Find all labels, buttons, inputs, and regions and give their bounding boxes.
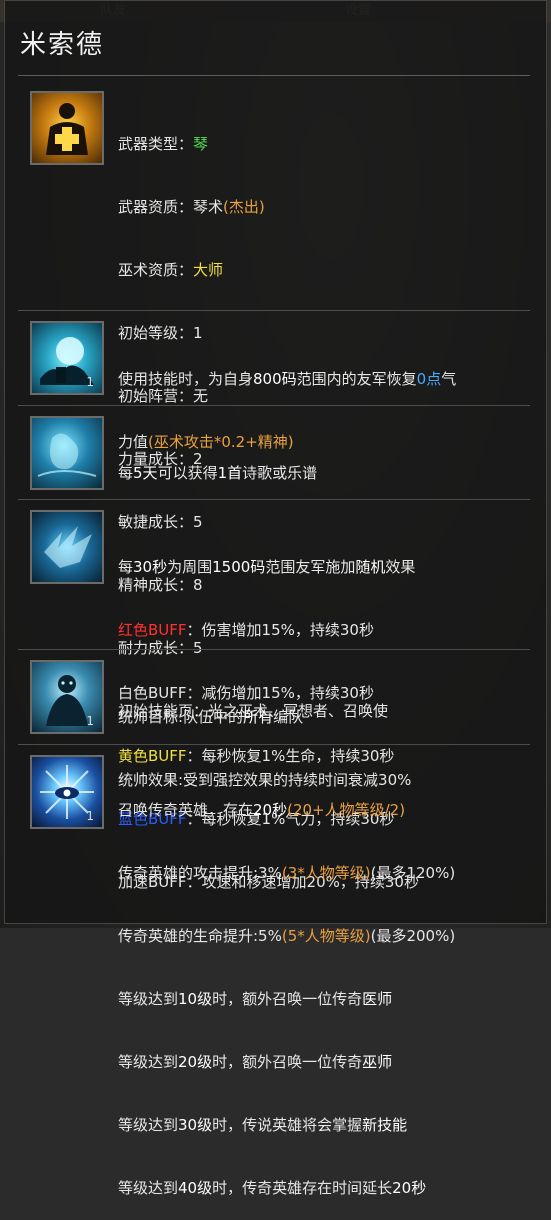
text: 传奇英雄的攻击提升:3% [118,864,282,882]
text: 范围内的友军恢复 [296,370,417,388]
attack-cap: (最多120%) [370,864,456,882]
weapon-quality-value: 琴术 [193,198,224,216]
section-divider [18,499,530,500]
text: 等级达到 [118,1179,179,1197]
text: 时，额外召唤一位传奇 [212,1053,363,1071]
text: 诗歌或乐谱 [242,464,318,482]
duration-extension: 20秒 [392,1179,427,1197]
skill-poem-icon [30,416,104,490]
red-buff-text: ：伤害增加15%，持续30秒 [186,621,374,639]
section-divider [18,649,530,650]
health-formula: (5*人物等级) [281,927,371,945]
skill-heal-icon: 1 [30,321,104,395]
level-threshold: 20级 [178,1053,213,1071]
text: 统帅目标:队伍中的 [118,708,244,726]
text: 等级达到 [118,1053,179,1071]
attack-formula: (3*人物等级) [281,864,371,882]
interval-value: 5天 [133,464,158,482]
interval-value: 30秒 [133,558,168,576]
level-threshold: 30级 [178,1116,213,1134]
skill-buff-icon [30,510,104,584]
skill-level: 1 [86,714,94,728]
text: 时，额外召唤一位传奇 [212,990,363,1008]
text: 每 [118,464,134,482]
text: 使用技能时，为自身 [118,370,254,388]
text: 召唤传奇英雄，存在 [118,801,254,819]
text: 范围友军施加 [265,558,356,576]
creature-icon [37,433,97,477]
hero-class-icon [30,91,104,165]
skill-summon-icon: 1 [30,755,104,829]
random-value: 随机 [355,558,386,576]
skill5-description: 召唤传奇英雄，存在20秒(20+人物等级/2) 传奇英雄的攻击提升:3%(3*人… [118,758,455,1220]
text: 等级达到 [118,990,179,1008]
text: 时，传奇英雄存在时间延长 [212,1179,393,1197]
text: 效果 [385,558,416,576]
section-divider [18,744,530,745]
weapon-quality-label: 武器资质： [118,198,194,216]
hero-name: 米索德 [20,30,105,60]
text: 编队 [273,708,304,726]
shards-icon [44,526,92,568]
skill-level: 1 [86,375,94,389]
text: 可以获得 [157,464,218,482]
red-buff-label: 红色BUFF [118,621,187,639]
weapon-type-value: 琴 [193,135,209,153]
level-threshold: 40级 [178,1179,213,1197]
summon-type: 医师 [362,990,393,1008]
duration-value: 20秒 [253,801,288,819]
new-skill: 新技能 [362,1116,408,1134]
figure-plus-icon [46,103,88,155]
target-scope: 所有 [243,708,274,726]
summon-type: 巫师 [362,1053,393,1071]
title-divider [18,75,530,76]
restore-points: 0点 [416,370,442,388]
sorcery-quality-value: 大师 [193,261,224,279]
range-value: 1500码 [212,558,266,576]
section-divider [18,310,530,311]
skill-command-icon: 1 [30,660,104,734]
sorcery-quality-label: 巫术资质： [118,261,194,279]
text: 传奇英雄的生命提升:5% [118,927,282,945]
duration-formula: (20+人物等级/2) [287,801,406,819]
level-threshold: 10级 [178,990,213,1008]
weapon-quality-grade: 杰出 [228,198,259,216]
skill2-description: 每5天可以获得1首诗歌或乐谱 [118,421,317,505]
section-divider [18,405,530,406]
text: 时，传说英雄将会掌握 [212,1116,363,1134]
text: 等级达到 [118,1116,179,1134]
text: 每 [118,558,134,576]
weapon-type-label: 武器类型： [118,135,194,153]
text: 为周围 [167,558,213,576]
range-value: 800码 [253,370,297,388]
text: 气 [441,370,457,388]
skill-level: 1 [86,809,94,823]
health-cap: (最多200%) [370,927,456,945]
count-value: 1首 [217,464,243,482]
paren-close: ) [258,198,265,216]
